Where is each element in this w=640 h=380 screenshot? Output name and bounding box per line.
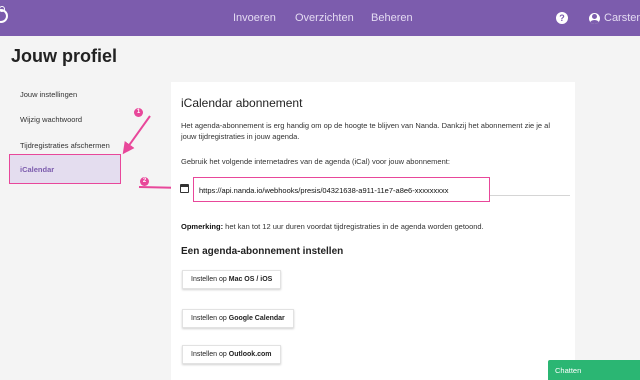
note-label: Opmerking: — [181, 222, 224, 231]
section-title: Een agenda-abonnement instellen — [181, 246, 344, 257]
url-underline — [490, 195, 570, 196]
note-body: het kan tot 12 uur duren voordat tijdreg… — [223, 222, 484, 231]
sidebar-item-instellingen[interactable]: Jouw instellingen — [20, 90, 77, 99]
setup-outlook-button[interactable]: Instellen op Outlook.com — [182, 345, 281, 364]
user-menu[interactable]: Carsten — [589, 11, 640, 25]
sidebar-item-wachtwoord[interactable]: Wijzig wachtwoord — [20, 115, 82, 124]
nav-invoeren[interactable]: Invoeren — [233, 12, 276, 24]
chat-button[interactable]: Chatten — [548, 360, 640, 380]
user-name: Carsten — [604, 12, 640, 24]
help-icon[interactable]: ? — [556, 12, 568, 24]
note-text: Opmerking: het kan tot 12 uur duren voor… — [181, 222, 484, 231]
intro-text: Het agenda-abonnement is erg handig om o… — [181, 121, 550, 141]
calendar-icon — [180, 184, 189, 193]
nav-beheren[interactable]: Beheren — [371, 12, 413, 24]
sidebar-item-label: iCalendar — [20, 165, 55, 174]
sidebar-item-icalendar[interactable]: iCalendar — [9, 154, 121, 184]
icalendar-card: iCalendar abonnement Het agenda-abonneme… — [171, 82, 575, 380]
button-prefix: Instellen op — [191, 315, 229, 322]
page-title: Jouw profiel — [11, 46, 118, 66]
ical-url[interactable]: https://api.nanda.io/webhooks/presis/043… — [199, 186, 448, 195]
url-instruction: Gebruik het volgende internetadres van d… — [181, 157, 450, 166]
arrow-1 — [122, 115, 151, 155]
sidebar-item-afschermen[interactable]: Tijdregistraties afschermen — [20, 141, 110, 150]
button-target: Mac OS / iOS — [228, 276, 273, 283]
annotation-marker-1: 1 — [134, 108, 143, 117]
card-title: iCalendar abonnement — [181, 96, 303, 110]
setup-google-button[interactable]: Instellen op Google Calendar — [182, 309, 294, 328]
setup-macos-button[interactable]: Instellen op Mac OS / iOS — [182, 270, 282, 289]
button-prefix: Instellen op — [191, 351, 229, 358]
nav-overzichten[interactable]: Overzichten — [295, 12, 354, 24]
user-icon — [589, 12, 600, 24]
logo-icon[interactable] — [0, 6, 8, 23]
button-target: Outlook.com — [228, 351, 272, 358]
annotation-marker-2: 2 — [140, 177, 149, 186]
top-navbar: Invoeren Overzichten Beheren ? Carsten — [0, 0, 640, 36]
button-target: Google Calendar — [228, 315, 285, 322]
ical-url-field[interactable]: https://api.nanda.io/webhooks/presis/043… — [193, 177, 490, 202]
button-prefix: Instellen op — [191, 276, 229, 283]
